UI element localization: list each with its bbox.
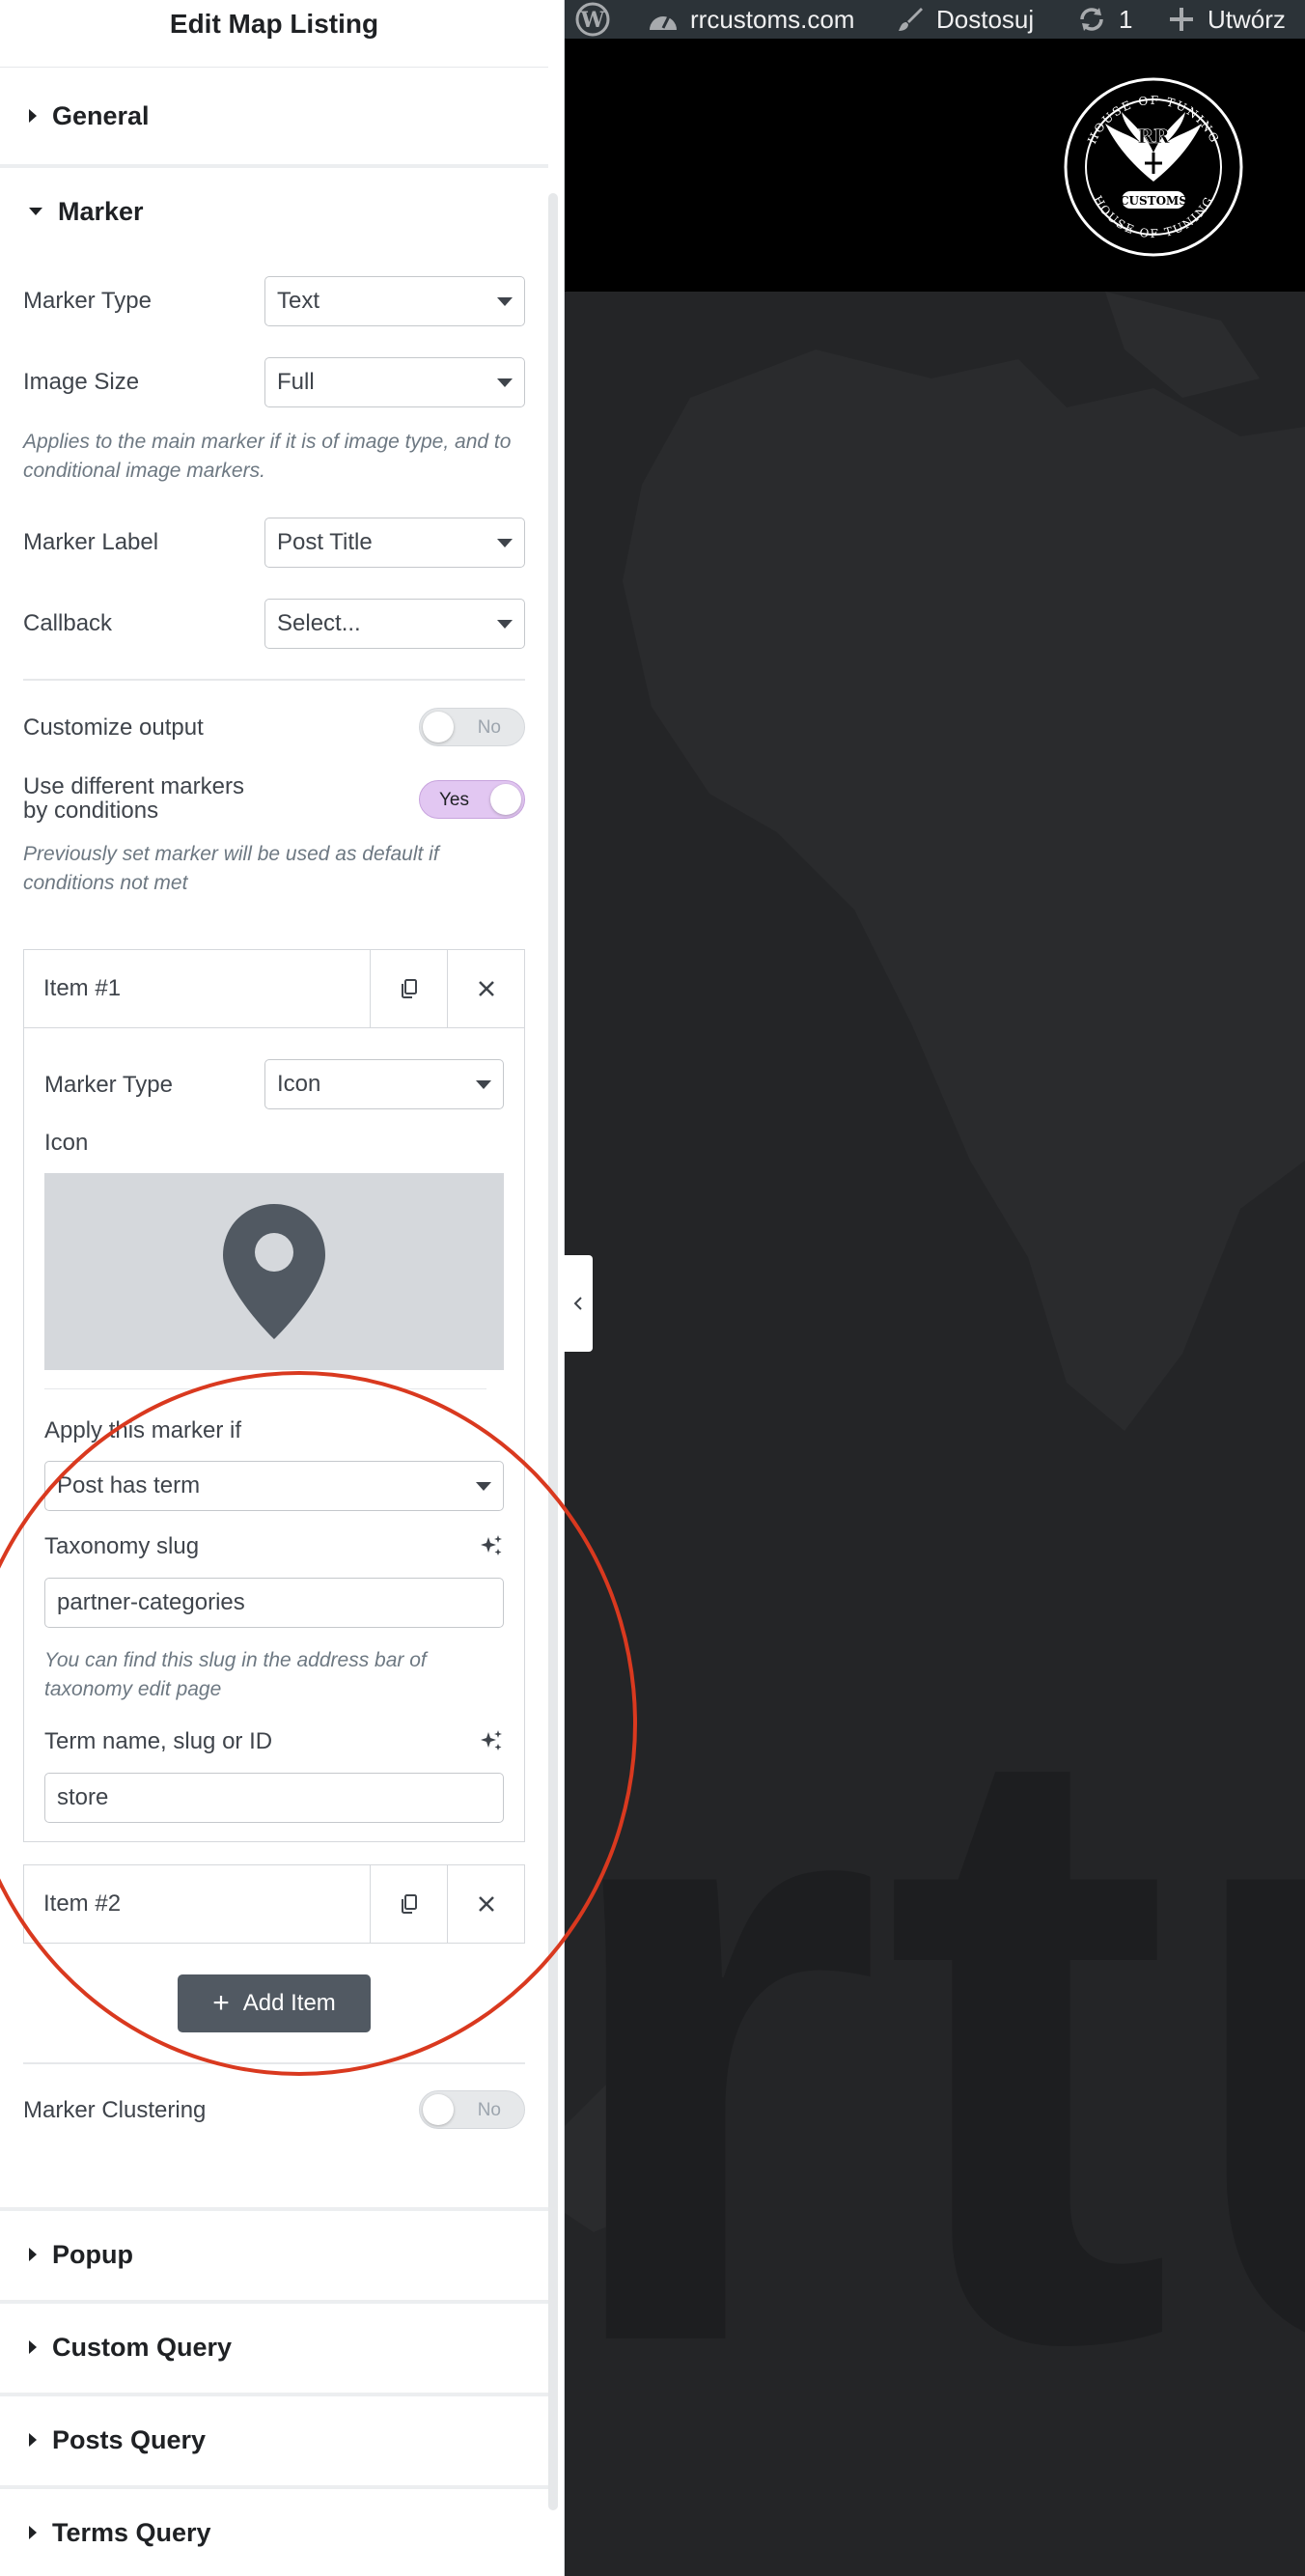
section-general-label: General bbox=[52, 100, 150, 130]
admin-bar-customize[interactable]: Dostosuj bbox=[896, 0, 1034, 39]
admin-bar-new-label: Utwórz bbox=[1208, 4, 1286, 34]
clustering-toggle[interactable]: No bbox=[419, 2090, 525, 2129]
section-terms-query-label: Terms Query bbox=[52, 2517, 211, 2547]
section-popup[interactable]: Popup bbox=[0, 2211, 548, 2298]
toggle-state: Yes bbox=[439, 790, 469, 810]
marker-label-value: Post Title bbox=[277, 529, 373, 555]
repeater-item-title: Item #1 bbox=[43, 975, 122, 1001]
section-custom-query-label: Custom Query bbox=[52, 2332, 233, 2362]
site-header: HOUSE OF TUNING HOUSE OF TUNING RR CUSTO… bbox=[565, 39, 1305, 292]
admin-bar-customize-label: Dostosuj bbox=[936, 4, 1035, 34]
plus-icon bbox=[1170, 8, 1193, 31]
panel-scrollbar[interactable] bbox=[548, 193, 558, 2510]
item-marker-type-value: Icon bbox=[277, 1071, 321, 1097]
admin-bar-site-label: rrcustoms.com bbox=[690, 4, 855, 34]
admin-bar: W rrcustoms.com Dostosuj 1 Utwórz bbox=[565, 0, 1305, 39]
icon-label: Icon bbox=[44, 1130, 89, 1156]
different-markers-toggle[interactable]: Yes bbox=[419, 780, 525, 819]
marker-type-label: Marker Type bbox=[23, 288, 152, 314]
caret-right-icon bbox=[29, 109, 37, 123]
caret-right-icon bbox=[29, 2340, 37, 2354]
close-icon[interactable] bbox=[447, 950, 525, 1027]
svg-text:W: W bbox=[580, 8, 605, 33]
toggle-knob bbox=[490, 784, 521, 815]
site-preview: rtu W rrcustoms.com Dostosuj 1 Utwórz H bbox=[565, 0, 1305, 2576]
collapse-panel-button[interactable] bbox=[564, 1255, 593, 1352]
logo-monogram: RR bbox=[1137, 125, 1170, 148]
background-lettering: rtu bbox=[565, 1552, 1305, 2523]
marker-label-label: Marker Label bbox=[23, 529, 159, 555]
different-markers-label: Use different markers by conditions bbox=[23, 773, 244, 824]
section-marker-label: Marker bbox=[58, 196, 144, 226]
section-general[interactable]: General bbox=[0, 72, 548, 159]
map-marker-icon bbox=[223, 1204, 325, 1339]
admin-bar-updates[interactable]: 1 bbox=[1076, 0, 1132, 39]
brush-icon bbox=[899, 8, 923, 31]
editor-panel: Edit Map Listing General Marker Marker T… bbox=[0, 0, 565, 2576]
marker-label-select[interactable]: Post Title bbox=[264, 518, 525, 568]
image-size-label: Image Size bbox=[23, 369, 140, 395]
section-terms-query[interactable]: Terms Query bbox=[0, 2489, 548, 2576]
dashboard-icon bbox=[650, 15, 677, 30]
customize-output-label: Customize output bbox=[23, 714, 204, 741]
image-size-help: Applies to the main marker if it is of i… bbox=[23, 431, 512, 482]
callback-select[interactable]: Select... bbox=[264, 599, 525, 649]
customize-output-toggle[interactable]: No bbox=[419, 708, 525, 746]
caret-right-icon bbox=[29, 2526, 37, 2539]
section-custom-query[interactable]: Custom Query bbox=[0, 2304, 548, 2391]
callback-label: Callback bbox=[23, 610, 113, 636]
marker-type-select[interactable]: Text bbox=[264, 276, 525, 326]
different-markers-help: Previously set marker will be used as de… bbox=[23, 843, 439, 894]
image-size-value: Full bbox=[277, 369, 315, 395]
refresh-icon bbox=[1080, 8, 1103, 31]
chevron-left-icon bbox=[573, 1297, 582, 1310]
chevron-down-icon bbox=[497, 620, 513, 629]
section-popup-label: Popup bbox=[52, 2239, 133, 2269]
chevron-down-icon bbox=[476, 1080, 491, 1089]
toggle-state: No bbox=[477, 717, 501, 738]
admin-bar-new[interactable]: Utwórz bbox=[1167, 0, 1286, 39]
caret-down-icon bbox=[29, 208, 42, 215]
world-map-background: rtu bbox=[565, 292, 1305, 2576]
divider bbox=[23, 679, 525, 681]
image-size-select[interactable]: Full bbox=[264, 357, 525, 407]
item-marker-type-select[interactable]: Icon bbox=[264, 1059, 504, 1109]
section-posts-query-label: Posts Query bbox=[52, 2424, 207, 2454]
toggle-state: No bbox=[477, 2100, 501, 2120]
admin-bar-updates-count: 1 bbox=[1119, 4, 1133, 34]
site-logo[interactable]: HOUSE OF TUNING HOUSE OF TUNING RR CUSTO… bbox=[1062, 75, 1245, 259]
section-marker[interactable]: Marker bbox=[0, 168, 548, 255]
chevron-down-icon bbox=[497, 297, 513, 306]
caret-right-icon bbox=[29, 2433, 37, 2447]
toggle-knob bbox=[423, 2094, 454, 2125]
marker-type-value: Text bbox=[277, 288, 320, 314]
repeater-item-1-header[interactable]: Item #1 bbox=[23, 949, 525, 1028]
logo-word: CUSTOMS bbox=[1120, 194, 1187, 208]
chevron-down-icon bbox=[497, 378, 513, 387]
item-marker-type-label: Marker Type bbox=[44, 1072, 173, 1098]
wordpress-icon[interactable]: W bbox=[574, 0, 611, 39]
duplicate-icon[interactable] bbox=[370, 950, 448, 1027]
toggle-knob bbox=[423, 712, 454, 742]
chevron-down-icon bbox=[497, 539, 513, 547]
icon-picker[interactable] bbox=[44, 1173, 504, 1370]
section-posts-query[interactable]: Posts Query bbox=[0, 2396, 548, 2483]
admin-bar-site[interactable]: rrcustoms.com bbox=[648, 0, 854, 39]
clustering-label: Marker Clustering bbox=[23, 2097, 207, 2123]
caret-right-icon bbox=[29, 2248, 37, 2261]
callback-value: Select... bbox=[277, 610, 361, 636]
panel-title: Edit Map Listing bbox=[0, 0, 548, 68]
